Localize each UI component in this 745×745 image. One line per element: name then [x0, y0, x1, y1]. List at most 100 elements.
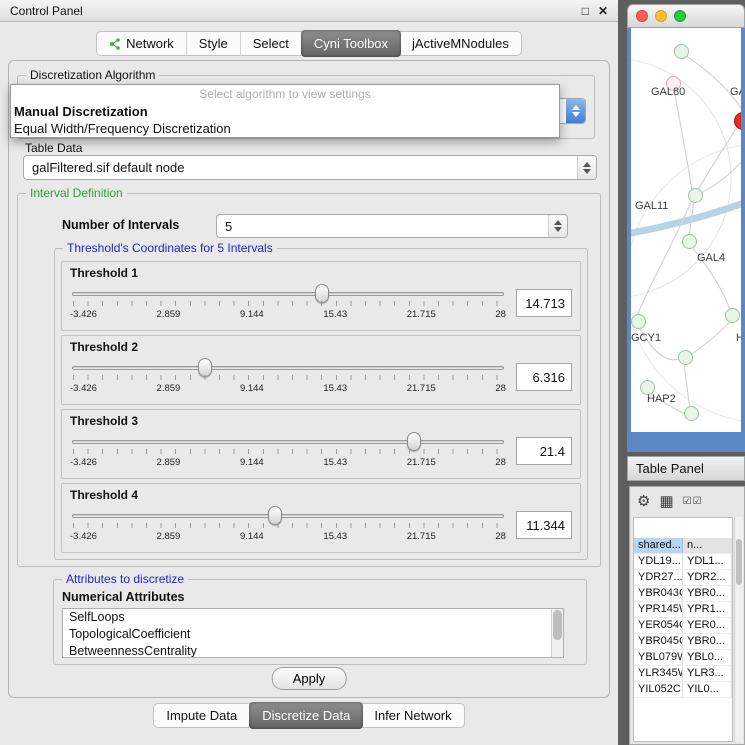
table-cell[interactable]: YDL1... [683, 554, 732, 569]
table-data-label: Table Data [25, 141, 82, 155]
threshold-1-panel: Threshold 1 -3.4262.8599.14415.4321.7152… [61, 261, 581, 331]
tab-infer-network[interactable]: Infer Network [362, 704, 463, 727]
node-label: GAL80 [651, 86, 685, 98]
threshold-4-slider[interactable]: -3.4262.8599.14415.4321.71528 [70, 503, 506, 547]
zoom-traffic-light-icon[interactable] [674, 10, 686, 22]
table-row[interactable]: YLR345WYLR3... [634, 666, 732, 682]
table-top-spacer [634, 518, 732, 538]
table-row[interactable]: YPR145WYPR1... [634, 602, 732, 618]
dropdown-placeholder: Select algorithm to view settings [11, 86, 559, 103]
tab-cyni-toolbox[interactable]: Cyni Toolbox [301, 30, 401, 57]
number-of-intervals-label: Number of Intervals [62, 218, 179, 232]
node-label: GAL4 [697, 252, 725, 264]
gear-icon[interactable]: ⚙ [637, 492, 650, 510]
slider-scale: -3.4262.8599.14415.4321.71528 [70, 383, 506, 394]
table-panel: ⚙ ▦ ☑☑ shared... n... YDL19...YDL1... YD… [629, 486, 745, 745]
table-cell[interactable]: YER0... [683, 618, 732, 633]
table-scrollbar[interactable] [734, 517, 743, 742]
threshold-4-value-field[interactable]: 11.344 [516, 511, 572, 539]
threshold-1-value-field[interactable]: 14.713 [516, 289, 572, 317]
algorithm-dropdown-popup: Select algorithm to view settings Manual… [10, 84, 560, 138]
table-row[interactable]: YIL052CYIL0... [634, 682, 732, 698]
numerical-attributes-list[interactable]: SelfLoops TopologicalCoefficient Between… [62, 608, 564, 658]
slider-track[interactable] [72, 440, 504, 444]
minimize-traffic-light-icon[interactable] [655, 10, 667, 22]
network-node[interactable] [688, 188, 703, 203]
node-label: GCY1 [631, 332, 661, 344]
threshold-3-slider[interactable]: -3.4262.8599.14415.4321.71528 [70, 429, 506, 473]
scrollbar-thumb[interactable] [553, 610, 562, 640]
select-all-icon[interactable]: ☑☑ [683, 496, 703, 507]
table-cell[interactable]: YPR145W [634, 602, 683, 617]
tab-style[interactable]: Style [187, 32, 241, 55]
table-cell[interactable]: YIL0... [683, 682, 732, 697]
network-node[interactable] [674, 44, 689, 59]
table-cell[interactable]: YER054C [634, 618, 683, 633]
network-icon [109, 38, 121, 50]
tab-impute-data[interactable]: Impute Data [154, 704, 250, 727]
network-node[interactable] [678, 350, 693, 365]
table-cell[interactable]: YDR2... [683, 570, 732, 585]
table-row[interactable]: YBR043CYBR0... [634, 586, 732, 602]
column-header-shared-name[interactable]: shared... [634, 538, 683, 553]
table-cell[interactable]: YDR27... [634, 570, 683, 585]
combobox-stepper-icon[interactable] [577, 156, 596, 179]
tab-select[interactable]: Select [241, 32, 302, 55]
table-cell[interactable]: YPR1... [683, 602, 732, 617]
list-item[interactable]: TopologicalCoefficient [63, 626, 563, 643]
network-node[interactable] [631, 314, 646, 329]
threshold-1-slider[interactable]: -3.4262.8599.14415.4321.71528 [70, 281, 506, 325]
network-node[interactable] [684, 406, 699, 421]
table-row[interactable]: YBL079WYBL0... [634, 650, 732, 666]
column-header-name[interactable]: n... [683, 538, 732, 553]
table-row[interactable]: YDL19...YDL1... [634, 554, 732, 570]
network-node[interactable] [725, 308, 740, 323]
threshold-3-value-field[interactable]: 21.4 [516, 437, 572, 465]
network-canvas[interactable]: GAL80 GA GAL11 GAL4 GCY1 H HAP2 [631, 28, 741, 428]
table-data-combobox[interactable]: galFiltered.sif default node [23, 155, 597, 180]
top-tab-bar: Network Style Select Cyni Toolbox jActiv… [0, 22, 618, 60]
table-cell[interactable]: YLR345W [634, 666, 683, 681]
float-window-icon[interactable]: □ [582, 4, 589, 18]
threshold-2-panel: Threshold 2 -3.4262.8599.14415.4321.7152… [61, 335, 581, 405]
close-icon[interactable]: ✕ [598, 4, 608, 18]
table-cell[interactable]: YBR0... [683, 634, 732, 649]
slider-track[interactable] [72, 292, 504, 296]
close-traffic-light-icon[interactable] [636, 10, 648, 22]
table-cell[interactable]: YBL079W [634, 650, 683, 665]
list-item[interactable]: BetweennessCentrality [63, 643, 563, 658]
tab-network[interactable]: Network [97, 32, 187, 55]
number-of-intervals-combobox[interactable]: 5 [216, 214, 568, 238]
slider-track[interactable] [72, 366, 504, 370]
table-cell[interactable]: YBR043C [634, 586, 683, 601]
table-cell[interactable]: YBR0... [683, 586, 732, 601]
threshold-4-panel: Threshold 4 -3.4262.8599.14415.4321.7152… [61, 483, 581, 553]
combobox-stepper-icon[interactable] [548, 215, 567, 237]
list-scrollbar[interactable] [551, 609, 563, 657]
columns-icon[interactable]: ▦ [659, 492, 673, 510]
table-row[interactable]: YBR045CYBR0... [634, 634, 732, 650]
slider-scale: -3.4262.8599.14415.4321.71528 [70, 309, 506, 320]
dropdown-option-equal-width-frequency[interactable]: Equal Width/Frequency Discretization [11, 120, 559, 137]
dropdown-option-manual-discretization[interactable]: Manual Discretization [11, 103, 559, 120]
network-node[interactable] [682, 234, 697, 249]
list-item[interactable]: SelfLoops [63, 609, 563, 626]
table-row[interactable]: YER054CYER0... [634, 618, 732, 634]
table-cell[interactable]: YBR045C [634, 634, 683, 649]
table-row[interactable]: YDR27...YDR2... [634, 570, 732, 586]
table-cell[interactable]: YLR3... [683, 666, 732, 681]
tab-discretize-data[interactable]: Discretize Data [249, 702, 363, 729]
table-cell[interactable]: YDL19... [634, 554, 683, 569]
table-cell[interactable]: YIL052C [634, 682, 683, 697]
combobox-stepper-icon[interactable] [566, 99, 585, 123]
scrollbar-thumb[interactable] [736, 539, 742, 585]
table-cell[interactable]: YBL0... [683, 650, 732, 665]
threshold-2-value-field[interactable]: 6.316 [516, 363, 572, 391]
threshold-2-slider[interactable]: -3.4262.8599.14415.4321.71528 [70, 355, 506, 399]
apply-button[interactable]: Apply [272, 667, 347, 690]
tab-jactivemnodules[interactable]: jActiveMNodules [400, 32, 521, 55]
slider-track[interactable] [72, 514, 504, 518]
table-panel-header: Table Panel [627, 456, 745, 481]
control-panel-titlebar: Control Panel □ ✕ [0, 0, 618, 22]
slider-scale: -3.4262.8599.14415.4321.71528 [70, 457, 506, 468]
